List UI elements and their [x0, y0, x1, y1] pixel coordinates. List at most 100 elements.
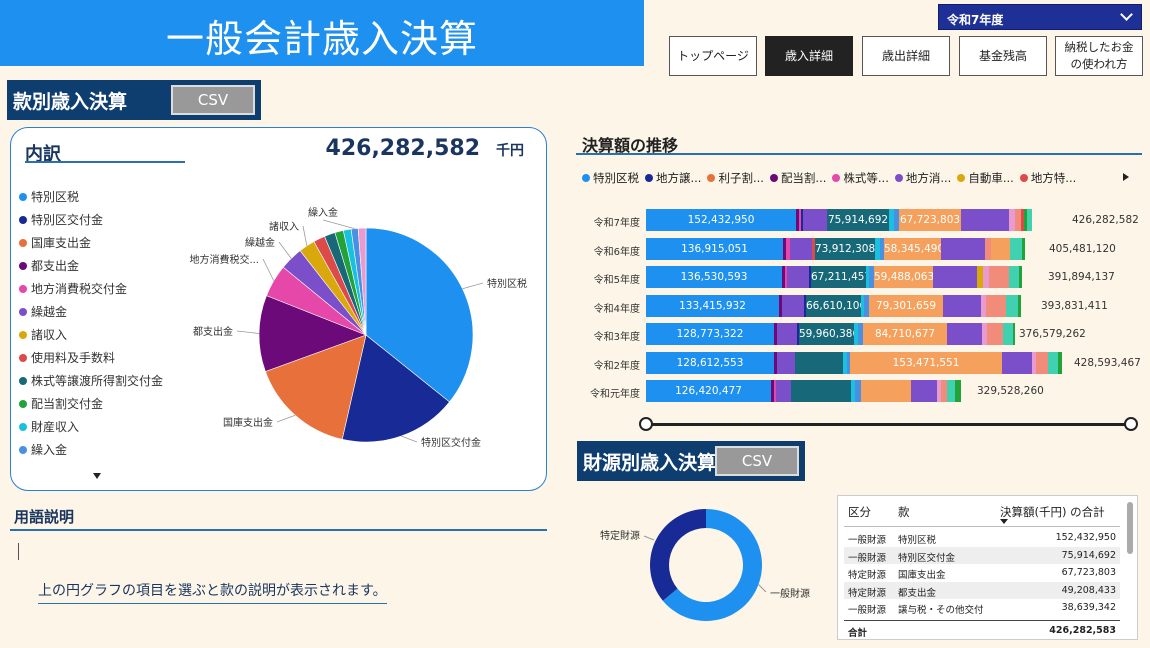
pie-legend-item[interactable]: 使用料及手数料	[19, 349, 115, 366]
column-header-kan[interactable]: 款	[898, 504, 910, 520]
bar-segment[interactable]	[782, 295, 804, 317]
slider-handle-end[interactable]	[1124, 417, 1138, 431]
bar-segment[interactable]	[1002, 352, 1032, 374]
bar-segment[interactable]	[986, 295, 1006, 317]
bar-segment[interactable]: 126,420,477	[646, 380, 771, 402]
bar-segment[interactable]	[791, 380, 851, 402]
trend-legend-item[interactable]: 自動車...	[957, 170, 1014, 186]
nav-fund-balance-button[interactable]: 基金残高	[959, 36, 1047, 76]
trend-legend-item[interactable]: 地方譲...	[645, 170, 701, 186]
nav-top-page-button[interactable]: トップページ	[669, 36, 757, 76]
legend-next-icon[interactable]	[1123, 173, 1129, 181]
bar-segment[interactable]	[933, 266, 977, 288]
nav-tax-usage-button[interactable]: 納税したお金の使われ方	[1055, 36, 1143, 76]
bar-segment[interactable]: 67,723,803	[899, 209, 961, 231]
donut-segment[interactable]	[650, 509, 706, 601]
bar-segment[interactable]: 133,415,932	[646, 295, 779, 317]
revenue-pie-chart[interactable]: 特別区税特別区交付金 国庫支出金 都支出金 地方消費税交... 繰越金 諸収入繰入金	[169, 200, 549, 480]
bar-segment[interactable]	[911, 380, 937, 402]
bar-segment[interactable]: 75,914,692	[827, 209, 889, 231]
trend-legend-item[interactable]: 利子割...	[707, 170, 764, 186]
bar-segment[interactable]: 128,773,322	[646, 323, 774, 345]
nav-expenditure-detail-button[interactable]: 歳出詳細	[862, 36, 950, 76]
pie-legend-item[interactable]: 繰入金	[19, 441, 67, 458]
bar-segment[interactable]	[1006, 295, 1018, 317]
year-range-slider[interactable]	[646, 423, 1132, 426]
bar-segment[interactable]	[777, 323, 797, 345]
bar-segment[interactable]	[941, 238, 985, 260]
pie-legend-item[interactable]: 特別区税	[19, 188, 79, 205]
column-header-amount[interactable]: 決算額(千円) の合計	[1000, 504, 1105, 520]
pie-legend-item[interactable]: 株式等譲渡所得割交付金	[19, 372, 163, 389]
bar-segment[interactable]: 67,211,457	[811, 266, 866, 288]
table-scrollbar[interactable]	[1127, 502, 1133, 554]
stacked-bar[interactable]: 128,612,553 153,471,551	[646, 352, 1062, 374]
bar-segment[interactable]: 66,610,106	[806, 295, 861, 317]
bar-segment[interactable]: 73,912,308	[815, 238, 875, 260]
stacked-bar[interactable]: 126,420,477	[646, 380, 961, 402]
bar-segment[interactable]	[989, 266, 1009, 288]
bar-segment[interactable]	[1048, 352, 1058, 374]
bar-segment[interactable]	[1018, 295, 1021, 317]
bar-segment[interactable]: 59,488,063	[874, 266, 933, 288]
bar-segment[interactable]: 79,301,659	[869, 295, 943, 317]
bar-segment[interactable]	[947, 380, 955, 402]
pie-legend-item[interactable]: 国庫支出金	[19, 234, 91, 251]
table-row[interactable]: 特定財源 都支出金 49,208,433	[844, 581, 1120, 599]
bar-segment[interactable]	[1009, 266, 1019, 288]
stacked-bar[interactable]: 136,915,051 73,912,308 58,345,490	[646, 238, 1025, 260]
bar-segment[interactable]	[790, 238, 812, 260]
legend-more-icon[interactable]	[93, 473, 101, 479]
bar-segment[interactable]	[1013, 323, 1015, 345]
nav-revenue-detail-button[interactable]: 歳入詳細	[765, 36, 853, 76]
table-row[interactable]: 一般財源 特別区税 152,432,950	[844, 529, 1120, 546]
bar-segment[interactable]	[1036, 352, 1048, 374]
table-row[interactable]: 特定財源 国庫支出金 67,723,803	[844, 564, 1120, 581]
trend-legend-item[interactable]: 株式等...	[832, 170, 889, 186]
bar-segment[interactable]: 152,432,950	[646, 209, 796, 231]
bar-segment[interactable]	[1027, 209, 1032, 231]
bar-segment[interactable]: 58,345,490	[884, 238, 941, 260]
bar-segment[interactable]: 84,710,677	[863, 323, 947, 345]
bar-segment[interactable]	[947, 323, 982, 345]
bar-segment[interactable]	[777, 352, 795, 374]
stacked-bar[interactable]: 133,415,932 66,610,106 79,301,659	[646, 295, 1021, 317]
bar-segment[interactable]: 153,471,551	[850, 352, 1002, 374]
bar-segment[interactable]	[1058, 352, 1062, 374]
stacked-bar[interactable]: 152,432,950 75,914,692 67,723,803	[646, 209, 1032, 231]
bar-segment[interactable]	[987, 323, 1003, 345]
bar-segment[interactable]: 128,612,553	[646, 352, 774, 374]
bar-segment[interactable]	[955, 380, 961, 402]
stacked-bar[interactable]: 128,773,322 59,960,386 84,710,677	[646, 323, 1015, 345]
pie-legend-item[interactable]: 財産収入	[19, 418, 79, 435]
bar-segment[interactable]	[1022, 238, 1025, 260]
trend-legend-item[interactable]: 地方消...	[894, 170, 951, 186]
column-header-kubun[interactable]: 区分	[848, 504, 871, 520]
trend-legend-item[interactable]: 特別区税	[582, 170, 639, 186]
bar-segment[interactable]	[943, 295, 981, 317]
pie-legend-item[interactable]: 配当割交付金	[19, 395, 103, 412]
table-row[interactable]: 一般財源 譲与税・その他交付 38,639,342	[844, 599, 1120, 616]
bar-segment[interactable]: 59,960,386	[799, 323, 854, 345]
bar-segment[interactable]	[991, 238, 1010, 260]
bar-segment[interactable]	[795, 352, 843, 374]
trend-legend-item[interactable]: 配当割...	[769, 170, 826, 186]
bar-segment[interactable]	[1003, 323, 1013, 345]
bar-segment[interactable]	[1010, 238, 1022, 260]
bar-segment[interactable]	[776, 380, 791, 402]
pie-legend-item[interactable]: 繰越金	[19, 303, 67, 320]
bar-segment[interactable]	[787, 266, 809, 288]
year-select[interactable]: 令和7年度	[938, 4, 1142, 30]
pie-legend-item[interactable]: 特別区交付金	[19, 211, 103, 228]
bar-segment[interactable]	[861, 380, 911, 402]
csv-download-button[interactable]: CSV	[171, 85, 255, 115]
bar-segment[interactable]	[961, 209, 1009, 231]
source-donut-chart[interactable]: 一般財源 特定財源	[580, 500, 830, 630]
slider-handle-start[interactable]	[639, 417, 653, 431]
bar-segment[interactable]	[803, 209, 827, 231]
pie-legend-item[interactable]: 地方消費税交付金	[19, 280, 127, 297]
pie-legend-item[interactable]: 諸収入	[19, 326, 67, 343]
csv-download-button[interactable]: CSV	[715, 446, 799, 476]
bar-segment[interactable]: 136,915,051	[646, 238, 783, 260]
table-row[interactable]: 一般財源 特別区交付金 75,914,692	[844, 546, 1120, 564]
